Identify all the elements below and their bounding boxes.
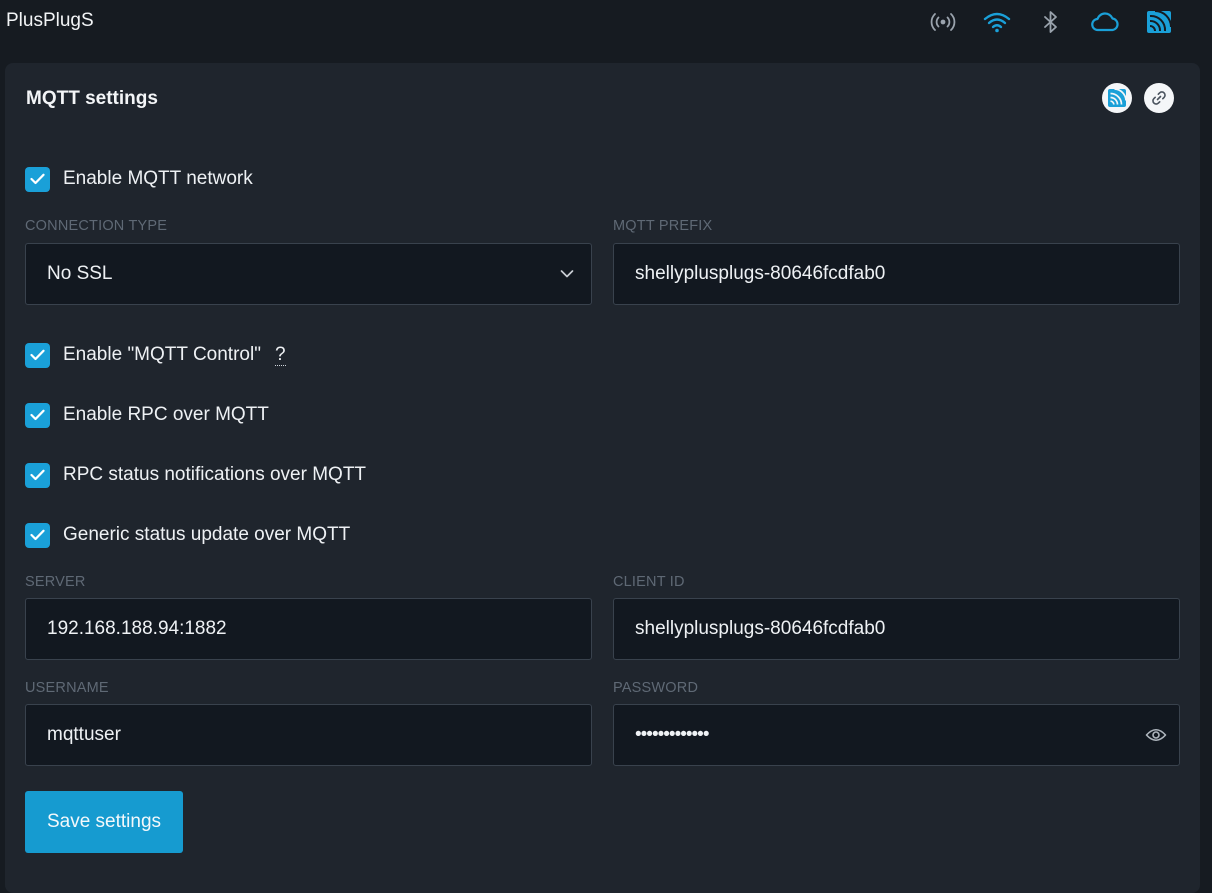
connection-type-select[interactable]: No SSL [25,243,592,305]
mqtt-prefix-label: MQTT PREFIX [613,218,713,234]
mqtt-prefix-input[interactable]: shellyplusplugs-80646fcdfab0 [613,243,1180,305]
rpc-over-mqtt-label: Enable RPC over MQTT [63,404,269,425]
ap-signal-icon[interactable] [916,8,970,36]
rpc-status-checkbox[interactable] [25,462,50,488]
mqtt-status-button[interactable] [1102,83,1132,113]
eye-icon[interactable] [1145,727,1167,743]
password-input[interactable]: ••••••••••••• [613,704,1180,766]
server-input[interactable]: 192.168.188.94:1882 [25,598,592,660]
status-icons [916,8,1186,36]
client-id-value: shellyplusplugs-80646fcdfab0 [635,618,886,639]
top-bar: PlusPlugS [0,0,1212,62]
wifi-icon[interactable] [970,8,1024,36]
rpc-over-mqtt-checkbox[interactable] [25,402,50,428]
mqtt-control-checkbox[interactable] [25,342,50,368]
mqtt-prefix-value: shellyplusplugs-80646fcdfab0 [635,263,886,284]
username-label: USERNAME [25,680,109,696]
link-button[interactable] [1144,83,1174,113]
rpc-status-row[interactable]: RPC status notifications over MQTT [25,462,366,488]
mqtt-control-row[interactable]: Enable "MQTT Control" ? [25,342,286,368]
enable-mqtt-row[interactable]: Enable MQTT network [25,166,253,192]
save-settings-button[interactable]: Save settings [25,791,183,853]
mqtt-control-help[interactable]: ? [274,344,286,366]
client-id-input[interactable]: shellyplusplugs-80646fcdfab0 [613,598,1180,660]
password-value: ••••••••••••• [635,724,709,745]
connection-type-label: CONNECTION TYPE [25,218,168,234]
connection-type-value: No SSL [47,263,113,284]
username-value: mqttuser [47,724,121,745]
generic-status-label: Generic status update over MQTT [63,524,351,545]
username-input[interactable]: mqttuser [25,704,592,766]
check-icon [30,529,45,541]
password-label: PASSWORD [613,680,699,696]
generic-status-checkbox[interactable] [25,522,50,548]
cloud-icon[interactable] [1078,8,1132,36]
server-value: 192.168.188.94:1882 [47,618,227,639]
rpc-status-label: RPC status notifications over MQTT [63,464,367,485]
server-label: SERVER [25,574,86,590]
card-title: MQTT settings [26,88,158,109]
rpc-over-mqtt-row[interactable]: Enable RPC over MQTT [25,402,269,428]
bluetooth-icon[interactable] [1024,8,1078,36]
enable-mqtt-label: Enable MQTT network [63,168,253,189]
check-icon [30,349,45,361]
generic-status-row[interactable]: Generic status update over MQTT [25,522,350,548]
link-icon [1152,91,1166,105]
mqtt-icon [1108,88,1127,107]
app-title: PlusPlugS [6,10,94,31]
client-id-label: CLIENT ID [613,574,685,590]
mqtt-icon[interactable] [1132,8,1186,36]
enable-mqtt-checkbox[interactable] [25,166,50,192]
check-icon [30,173,45,185]
mqtt-settings-card: MQTT settings Enable MQTT network CONNEC… [5,63,1200,893]
mqtt-control-label: Enable "MQTT Control" [63,344,261,365]
check-icon [30,469,45,481]
check-icon [30,409,45,421]
chevron-down-icon [560,270,574,279]
